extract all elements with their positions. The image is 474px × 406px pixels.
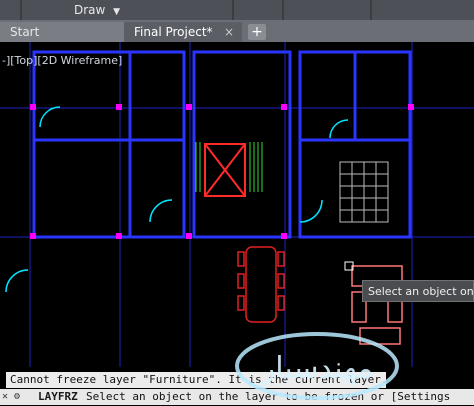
drawing-canvas[interactable] xyxy=(0,42,474,367)
cursor-tooltip: Select an object on th xyxy=(362,280,474,302)
chevron-down-icon: ▼ xyxy=(113,7,121,17)
ribbon: Draw ▼ xyxy=(0,0,474,21)
grid-lines xyxy=(0,42,474,367)
command-name: LAYFRZ xyxy=(38,390,78,403)
dining-set xyxy=(237,246,285,323)
hatch xyxy=(339,161,389,223)
watermark-logo: مهندسیار xyxy=(232,326,402,402)
ribbon-separator xyxy=(20,0,22,20)
command-line-icons[interactable]: ✕ ⚙ xyxy=(2,391,36,403)
draw-label: Draw xyxy=(74,3,106,17)
floor-plan-drawing xyxy=(0,42,474,367)
tab-final-project[interactable]: Final Project* × xyxy=(124,22,242,42)
ribbon-separator xyxy=(232,0,234,20)
new-tab-button[interactable]: + xyxy=(248,24,266,40)
doors xyxy=(5,106,349,293)
file-tabs: Start Final Project* × + xyxy=(0,20,474,42)
ribbon-separator xyxy=(282,0,284,20)
svg-text:مهندسیار: مهندسیار xyxy=(259,351,374,386)
elevator xyxy=(204,143,246,197)
draw-panel-button[interactable]: Draw ▼ xyxy=(74,0,120,20)
tab-start-label: Start xyxy=(10,25,40,39)
close-icon[interactable]: × xyxy=(224,22,234,42)
ribbon-separator xyxy=(370,0,372,20)
tab-start[interactable]: Start xyxy=(0,22,124,42)
viewport-controls[interactable]: -][Top][2D Wireframe] xyxy=(2,54,122,67)
tab-final-project-label: Final Project* xyxy=(134,25,213,39)
